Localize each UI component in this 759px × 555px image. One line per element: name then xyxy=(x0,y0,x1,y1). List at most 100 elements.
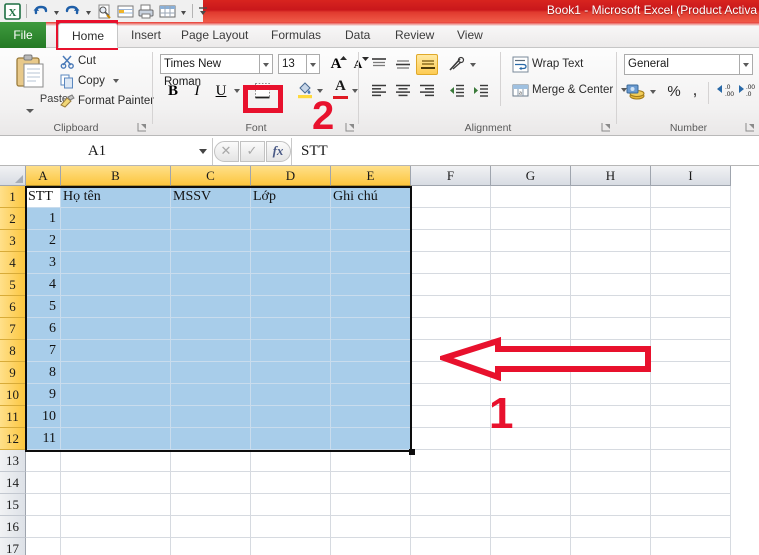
cell-C16[interactable] xyxy=(171,516,251,538)
cell-E10[interactable] xyxy=(331,384,411,406)
cell-D12[interactable] xyxy=(251,428,331,450)
tab-view[interactable]: View xyxy=(448,23,488,48)
cell-C14[interactable] xyxy=(171,472,251,494)
cell-F6[interactable] xyxy=(411,296,491,318)
cell-G4[interactable] xyxy=(491,252,571,274)
cell-G10[interactable] xyxy=(491,384,571,406)
select-all-corner[interactable] xyxy=(0,166,26,186)
cell-F17[interactable] xyxy=(411,538,491,555)
cell-G15[interactable] xyxy=(491,494,571,516)
accounting-dropdown-icon[interactable] xyxy=(648,81,659,103)
cell-H9[interactable] xyxy=(571,362,651,384)
comma-style-button[interactable]: , xyxy=(686,81,704,103)
cell-H15[interactable] xyxy=(571,494,651,516)
row-header-8[interactable]: 8 xyxy=(0,340,26,362)
row-header-5[interactable]: 5 xyxy=(0,274,26,296)
cell-C1[interactable]: MSSV xyxy=(171,186,251,208)
print-preview-icon[interactable] xyxy=(95,2,114,21)
cell-A10[interactable]: 9 xyxy=(26,384,61,406)
accounting-format-button[interactable] xyxy=(624,81,648,103)
cell-A5[interactable]: 4 xyxy=(26,274,61,296)
increase-decimal-button[interactable]: .0 .00 xyxy=(714,81,735,103)
cell-C9[interactable] xyxy=(171,362,251,384)
cell-I4[interactable] xyxy=(651,252,731,274)
cell-C4[interactable] xyxy=(171,252,251,274)
increase-indent-button[interactable] xyxy=(470,80,492,101)
column-header-h[interactable]: H xyxy=(571,166,651,186)
align-left-button[interactable] xyxy=(368,80,390,101)
cell-I5[interactable] xyxy=(651,274,731,296)
tab-formulas[interactable]: Formulas xyxy=(262,23,328,48)
cancel-formula-button[interactable]: ✕ xyxy=(213,140,239,162)
cell-F3[interactable] xyxy=(411,230,491,252)
cell-F1[interactable] xyxy=(411,186,491,208)
cell-B16[interactable] xyxy=(61,516,171,538)
cell-D13[interactable] xyxy=(251,450,331,472)
cell-A6[interactable]: 5 xyxy=(26,296,61,318)
cell-B2[interactable] xyxy=(61,208,171,230)
cell-F11[interactable] xyxy=(411,406,491,428)
cell-D7[interactable] xyxy=(251,318,331,340)
font-name-input[interactable]: Times New Roman xyxy=(160,54,260,88)
cell-B3[interactable] xyxy=(61,230,171,252)
cell-F15[interactable] xyxy=(411,494,491,516)
orientation-button[interactable] xyxy=(446,54,468,75)
print-icon[interactable] xyxy=(137,2,156,21)
cell-H17[interactable] xyxy=(571,538,651,555)
cell-H8[interactable] xyxy=(571,340,651,362)
number-format-select[interactable]: General xyxy=(624,54,740,75)
cell-D9[interactable] xyxy=(251,362,331,384)
cell-G11[interactable] xyxy=(491,406,571,428)
cell-B10[interactable] xyxy=(61,384,171,406)
decrease-indent-button[interactable] xyxy=(446,80,468,101)
cell-D16[interactable] xyxy=(251,516,331,538)
alignment-dialog-launcher[interactable] xyxy=(601,122,612,133)
cell-A16[interactable] xyxy=(26,516,61,538)
cell-C5[interactable] xyxy=(171,274,251,296)
cell-E15[interactable] xyxy=(331,494,411,516)
cell-D2[interactable] xyxy=(251,208,331,230)
cell-D3[interactable] xyxy=(251,230,331,252)
align-bottom-button[interactable] xyxy=(416,54,438,75)
cell-E5[interactable] xyxy=(331,274,411,296)
cell-A7[interactable]: 6 xyxy=(26,318,61,340)
cell-I10[interactable] xyxy=(651,384,731,406)
cell-I13[interactable] xyxy=(651,450,731,472)
cell-G14[interactable] xyxy=(491,472,571,494)
row-header-7[interactable]: 7 xyxy=(0,318,26,340)
number-format-dropdown-icon[interactable] xyxy=(740,54,753,75)
cell-E9[interactable] xyxy=(331,362,411,384)
cell-I11[interactable] xyxy=(651,406,731,428)
font-name-dropdown-icon[interactable] xyxy=(260,54,273,74)
font-dialog-launcher[interactable] xyxy=(345,122,356,133)
column-header-c[interactable]: C xyxy=(171,166,251,186)
cell-H3[interactable] xyxy=(571,230,651,252)
orientation-dropdown-icon[interactable] xyxy=(468,54,479,75)
row-header-3[interactable]: 3 xyxy=(0,230,26,252)
cell-B17[interactable] xyxy=(61,538,171,555)
tab-data[interactable]: Data xyxy=(336,23,376,48)
cell-A1[interactable]: STT xyxy=(26,186,61,208)
cell-C13[interactable] xyxy=(171,450,251,472)
cell-H11[interactable] xyxy=(571,406,651,428)
row-header-11[interactable]: 11 xyxy=(0,406,26,428)
customize-qat-icon[interactable] xyxy=(197,2,209,21)
cell-H1[interactable] xyxy=(571,186,651,208)
cell-E2[interactable] xyxy=(331,208,411,230)
row-header-1[interactable]: 1 xyxy=(0,186,26,208)
cell-H14[interactable] xyxy=(571,472,651,494)
cell-C10[interactable] xyxy=(171,384,251,406)
cell-H12[interactable] xyxy=(571,428,651,450)
cell-F13[interactable] xyxy=(411,450,491,472)
cell-I7[interactable] xyxy=(651,318,731,340)
cell-A15[interactable] xyxy=(26,494,61,516)
italic-button[interactable]: I xyxy=(186,80,208,102)
insert-function-button[interactable]: fx xyxy=(265,140,291,162)
cell-B5[interactable] xyxy=(61,274,171,296)
fill-color-dropdown-icon[interactable] xyxy=(315,80,326,102)
cut-button[interactable]: Cut xyxy=(58,52,96,71)
formula-input[interactable]: STT xyxy=(291,137,759,165)
cell-G8[interactable] xyxy=(491,340,571,362)
merge-center-button[interactable]: a Merge & Center xyxy=(510,80,628,101)
new-icon[interactable] xyxy=(116,2,135,21)
